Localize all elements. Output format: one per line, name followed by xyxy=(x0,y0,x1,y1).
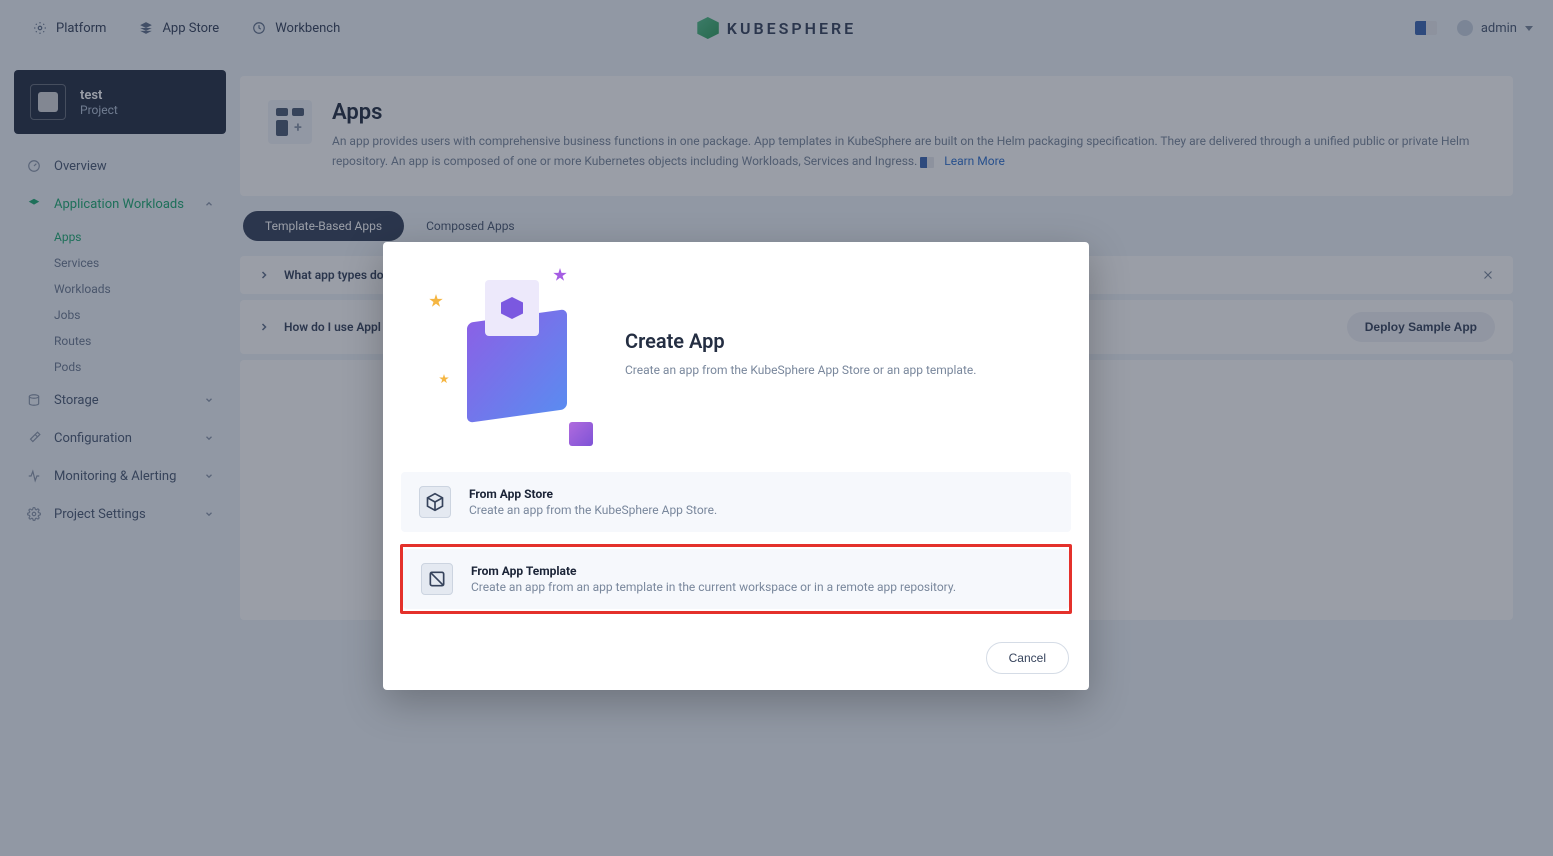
template-icon xyxy=(421,563,453,595)
modal-subtitle: Create an app from the KubeSphere App St… xyxy=(625,363,976,377)
option-store-desc: Create an app from the KubeSphere App St… xyxy=(469,503,717,517)
option-template-title: From App Template xyxy=(471,564,956,578)
create-app-modal: Create App Create an app from the KubeSp… xyxy=(383,242,1089,690)
modal-body: From App Store Create an app from the Ku… xyxy=(383,472,1089,614)
modal-title: Create App xyxy=(625,329,976,353)
option-from-app-template[interactable]: From App Template Create an app from an … xyxy=(403,549,1069,609)
option-template-desc: Create an app from an app template in th… xyxy=(471,580,956,594)
cancel-button[interactable]: Cancel xyxy=(986,642,1069,674)
option-from-app-store[interactable]: From App Store Create an app from the Ku… xyxy=(401,472,1071,532)
modal-illustration xyxy=(405,258,597,448)
option-from-template-highlight: From App Template Create an app from an … xyxy=(400,544,1072,614)
option-store-title: From App Store xyxy=(469,487,717,501)
modal-header: Create App Create an app from the KubeSp… xyxy=(383,242,1089,472)
modal-footer: Cancel xyxy=(383,626,1089,690)
cube-icon xyxy=(419,486,451,518)
